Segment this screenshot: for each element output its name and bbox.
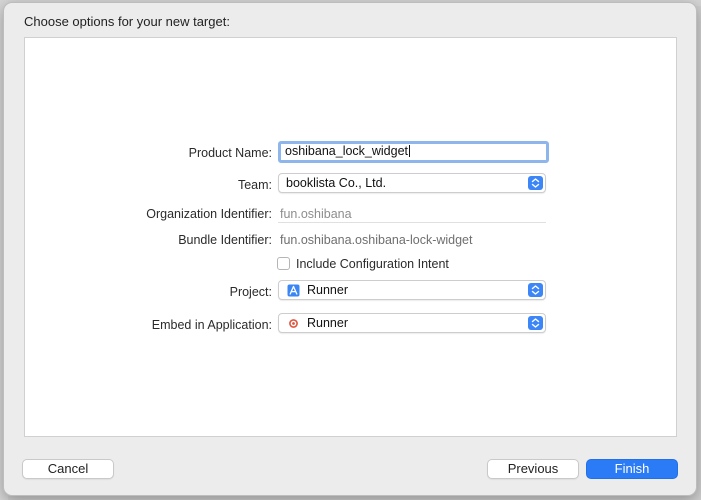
previous-button[interactable]: Previous — [487, 459, 579, 479]
project-popup[interactable]: Runner — [278, 280, 546, 300]
updown-chevron-icon — [528, 176, 543, 190]
product-name-value: oshibana_lock_widget — [285, 144, 409, 158]
bundle-id-value: fun.oshibana.oshibana-lock-widget — [280, 233, 473, 247]
team-label: Team: — [237, 178, 272, 192]
sheet-title: Choose options for your new target: — [24, 14, 230, 29]
product-name-label: Product Name: — [188, 146, 272, 160]
options-panel: Product Name: oshibana_lock_widget Team:… — [24, 37, 677, 437]
new-target-options-sheet: Choose options for your new target: Prod… — [3, 2, 697, 496]
updown-chevron-icon — [528, 283, 543, 297]
product-name-input[interactable]: oshibana_lock_widget — [278, 141, 549, 163]
finish-button[interactable]: Finish — [586, 459, 678, 479]
org-id-underline — [278, 222, 546, 223]
text-caret — [409, 145, 411, 157]
project-label: Project: — [229, 285, 272, 299]
bundle-id-label: Bundle Identifier: — [178, 233, 272, 247]
team-popup[interactable]: booklista Co., Ltd. — [278, 173, 546, 193]
embed-value: Runner — [307, 316, 348, 330]
app-target-icon — [287, 317, 300, 330]
cancel-button[interactable]: Cancel — [22, 459, 114, 479]
org-id-label: Organization Identifier: — [146, 207, 272, 221]
team-value: booklista Co., Ltd. — [286, 176, 387, 190]
xcode-project-icon — [287, 284, 300, 297]
project-value: Runner — [307, 283, 348, 297]
embed-popup[interactable]: Runner — [278, 313, 546, 333]
include-intent-label[interactable]: Include Configuration Intent — [296, 257, 449, 271]
embed-label: Embed in Application: — [151, 318, 272, 332]
updown-chevron-icon — [528, 316, 543, 330]
org-id-value[interactable]: fun.oshibana — [280, 207, 352, 221]
include-intent-checkbox[interactable] — [277, 257, 290, 270]
